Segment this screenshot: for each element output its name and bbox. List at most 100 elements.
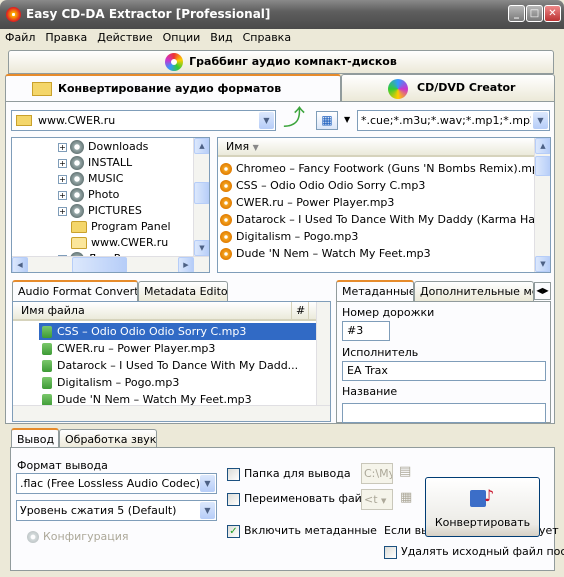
list-item[interactable]: CWER.ru – Power Player.mp3	[220, 194, 394, 211]
expand-icon[interactable]: +	[58, 174, 67, 184]
chevron-down-icon[interactable]: ▼	[533, 112, 548, 129]
scroll-thumb[interactable]	[72, 257, 127, 272]
tree-item[interactable]: + MUSIC	[58, 171, 123, 187]
rename-options-icon[interactable]: ▦	[400, 490, 412, 505]
scroll-up-icon[interactable]: ▲	[194, 138, 209, 154]
menu-action[interactable]: Действие	[92, 29, 157, 46]
scroll-thumb[interactable]	[535, 156, 550, 176]
tree-item-label: www.CWER.ru	[91, 236, 169, 249]
tab-additional-metadata[interactable]: Дополнительные ме	[414, 281, 534, 301]
minimize-button[interactable]: _	[508, 5, 525, 22]
checkbox-box[interactable]	[227, 492, 240, 506]
tree-hscrollbar[interactable]: ◀ ▶	[12, 256, 209, 272]
list-item[interactable]: Chromeo – Fancy Footwork (Guns 'N Bombs …	[220, 160, 546, 177]
scroll-down-icon[interactable]: ▼	[194, 240, 209, 256]
tab-output[interactable]: Вывод	[11, 428, 59, 448]
list-item[interactable]: CWER.ru – Power Player.mp3	[39, 340, 215, 357]
include-metadata-checkbox[interactable]: ✓ Включить метаданные	[227, 524, 377, 538]
menu-bar: Файл Правка Действие Опции Вид Справка	[0, 29, 564, 48]
tab-audio-format-converter[interactable]: Audio Format Converter	[12, 280, 138, 301]
configuration-button[interactable]: Конфигурация	[27, 530, 129, 543]
menu-view[interactable]: Вид	[205, 29, 237, 46]
list-item[interactable]: CSS – Odio Odio Odio Sorry C.mp3	[220, 177, 425, 194]
maximize-button[interactable]: □	[526, 5, 543, 22]
tree-item[interactable]: Program Panel	[71, 219, 171, 235]
artist-field[interactable]: EA Trax	[342, 361, 546, 381]
conversion-list[interactable]: Имя файла # И CSS – Odio Odio Odio Sorry…	[12, 301, 331, 422]
folder-up-icon[interactable]: ⤴	[283, 108, 305, 132]
compression-level-select[interactable]: Уровень сжатия 5 (Default) ▼	[16, 500, 217, 521]
checkbox-box[interactable]	[227, 467, 240, 481]
title-field[interactable]	[342, 403, 546, 423]
checkbox-checked[interactable]: ✓	[227, 524, 240, 538]
output-folder-field[interactable]: C:\My	[361, 463, 393, 484]
rename-files-checkbox[interactable]: Переименовать файлы	[227, 492, 378, 506]
path-combo[interactable]: www.CWER.ru ▼	[11, 110, 276, 131]
list-item[interactable]: Datarock – I Used To Dance With My Dadd.…	[39, 357, 298, 374]
delete-source-checkbox[interactable]: Удалять исходный файл посл	[384, 545, 564, 559]
file-list-header[interactable]: Имя ▼	[218, 138, 536, 157]
audio-file-icon	[220, 248, 232, 260]
menu-edit[interactable]: Правка	[40, 29, 92, 46]
close-button[interactable]: ✕	[544, 5, 561, 22]
tab-convert-formats[interactable]: Конвертирование аудио форматов	[5, 74, 341, 102]
scroll-thumb[interactable]	[194, 182, 209, 204]
checkbox-box[interactable]	[384, 545, 397, 559]
menu-file[interactable]: Файл	[0, 29, 40, 46]
scroll-up-icon[interactable]: ▲	[535, 138, 550, 154]
conversion-list-hscrollbar[interactable]	[13, 405, 330, 421]
chevron-down-icon[interactable]: ▼	[259, 112, 274, 129]
menu-help[interactable]: Справка	[238, 29, 296, 46]
output-folder-checkbox[interactable]: Папка для вывода	[227, 467, 351, 481]
convert-button[interactable]: ♪ Конвертировать	[425, 477, 540, 537]
list-item[interactable]: Dude 'N Nem – Watch My Feet.mp3	[220, 245, 431, 262]
file-name: Digitalism – Pogo.mp3	[236, 230, 359, 243]
tree-item[interactable]: www.CWER.ru	[71, 235, 168, 251]
ripping-tab[interactable]: Граббинг аудио компакт-дисков	[8, 50, 554, 74]
file-list[interactable]: Имя ▼ Chromeo – Fancy Footwork (Guns 'N …	[217, 137, 551, 273]
tab-audio-processing[interactable]: Обработка звука	[59, 429, 157, 448]
tree-item[interactable]: + Photo	[58, 187, 119, 203]
filter-combo[interactable]: *.cue;*.m3u;*.wav;*.mp1;*.mp2;*. ▼	[357, 110, 550, 131]
list-item[interactable]: Datarock – I Used To Dance With My Daddy…	[220, 211, 549, 228]
folder-tree[interactable]: + Downloads + INSTALL + MUSIC + Photo + PICTU…	[11, 137, 210, 273]
tab-metadata[interactable]: Метаданные	[336, 280, 414, 301]
tree-vscrollbar[interactable]: ▲ ▼	[193, 138, 209, 256]
list-item[interactable]: Digitalism – Pogo.mp3	[220, 228, 358, 245]
expand-icon[interactable]: +	[58, 206, 67, 216]
menu-options[interactable]: Опции	[158, 29, 206, 46]
scroll-down-icon[interactable]: ▼	[535, 256, 550, 272]
expand-icon[interactable]: +	[58, 158, 67, 168]
tab-cd-dvd-creator[interactable]: CD/DVD Creator	[341, 74, 555, 101]
column-track-header[interactable]: #	[291, 302, 305, 319]
column-filename-header[interactable]: Имя файла	[21, 302, 85, 319]
file-list-vscrollbar[interactable]: ▲ ▼	[534, 138, 550, 272]
audio-file-icon	[220, 163, 232, 175]
expand-icon[interactable]: +	[58, 142, 67, 152]
expand-icon[interactable]: +	[58, 190, 67, 200]
include-metadata-label: Включить метаданные	[244, 524, 377, 537]
tree-item[interactable]: + Downloads	[58, 139, 148, 155]
tab-scroll-icon[interactable]: ◀▶	[534, 282, 551, 300]
conversion-list-vscrollbar[interactable]	[316, 302, 330, 405]
list-item[interactable]: Digitalism – Pogo.mp3	[39, 374, 179, 391]
tree-item[interactable]: + PICTURES	[58, 203, 142, 219]
tree-item-label: INSTALL	[88, 156, 133, 169]
scroll-right-icon[interactable]: ▶	[178, 257, 194, 272]
tree-item[interactable]: + INSTALL	[58, 155, 132, 171]
tab-cd-dvd-creator-label: CD/DVD Creator	[417, 81, 516, 94]
output-format-select[interactable]: .flac (Free Lossless Audio Codec) ▼	[16, 473, 217, 494]
file-name: CSS – Odio Odio Odio Sorry C.mp3	[57, 325, 247, 338]
list-item-selected[interactable]: CSS – Odio Odio Odio Sorry C.mp3	[39, 323, 316, 340]
tab-metadata-editor[interactable]: Metadata Editor	[138, 281, 228, 301]
column-name-header[interactable]: Имя	[226, 140, 249, 153]
browse-folder-icon[interactable]: ▤	[399, 464, 411, 479]
view-dropdown-icon[interactable]: ▼	[344, 115, 350, 124]
chevron-down-icon[interactable]: ▼	[200, 502, 215, 519]
music-note-icon	[42, 326, 52, 338]
rename-pattern-field[interactable]: <t ▼	[361, 489, 393, 510]
scroll-left-icon[interactable]: ◀	[12, 257, 28, 272]
chevron-down-icon[interactable]: ▼	[200, 475, 215, 492]
view-mode-icon[interactable]: ▦	[316, 111, 338, 130]
track-number-field[interactable]: #3	[342, 321, 390, 341]
